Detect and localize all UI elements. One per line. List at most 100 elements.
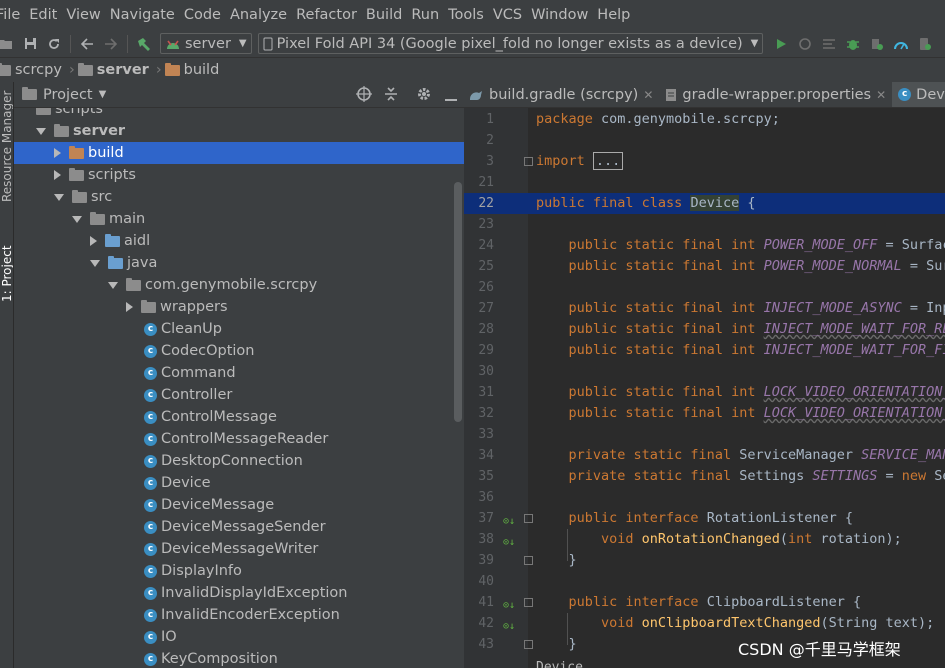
tab-device[interactable]: c Device bbox=[892, 82, 945, 107]
tab-gradle-wrapper-properties[interactable]: gradle-wrapper.properties ✕ bbox=[659, 82, 892, 107]
tree-item[interactable]: c KeyComposition bbox=[14, 648, 464, 668]
fold-toggle-icon[interactable] bbox=[524, 514, 533, 523]
menu-item-code[interactable]: Code bbox=[184, 7, 221, 23]
code-line[interactable]: void onRotationChanged(int rotation); bbox=[464, 529, 945, 550]
menu-item-refactor[interactable]: Refactor bbox=[296, 7, 357, 23]
menu-item-file[interactable]: File bbox=[0, 7, 20, 23]
menu-item-window[interactable]: Window bbox=[531, 7, 588, 23]
code-line[interactable] bbox=[464, 487, 945, 508]
code-line[interactable] bbox=[464, 130, 945, 151]
collapse-arrow-icon[interactable] bbox=[54, 170, 61, 180]
breadcrumb-item-server[interactable]: server bbox=[77, 62, 149, 78]
code-line[interactable]: public static final int INJECT_MODE_WAIT… bbox=[464, 319, 945, 340]
breadcrumb-item-build[interactable]: build bbox=[164, 62, 219, 78]
code-line[interactable]: private static final ServiceManager SERV… bbox=[464, 445, 945, 466]
open-folder-icon[interactable] bbox=[0, 33, 18, 55]
tree-item[interactable]: c DisplayInfo bbox=[14, 560, 464, 582]
expand-arrow-icon[interactable] bbox=[54, 193, 64, 201]
collapse-all-icon[interactable] bbox=[384, 86, 398, 106]
code-editor[interactable]: package com.genymobile.scrcpy; 1 2 import .… bbox=[464, 108, 945, 668]
collapse-arrow-icon[interactable] bbox=[126, 302, 133, 312]
code-line[interactable] bbox=[464, 277, 945, 298]
tree-item[interactable]: c DeviceMessageWriter bbox=[14, 538, 464, 560]
apply-code-changes-icon[interactable] bbox=[817, 33, 841, 55]
code-line[interactable]: public static final int LOCK_VIDEO_ORIEN… bbox=[464, 382, 945, 403]
tree-item[interactable]: c ControlMessage bbox=[14, 406, 464, 428]
tree-item[interactable]: c DeviceMessageSender bbox=[14, 516, 464, 538]
project-tool-tab[interactable]: 1: Project bbox=[0, 245, 13, 302]
tree-item[interactable]: c InvalidDisplayIdException bbox=[14, 582, 464, 604]
tree-item[interactable]: aidl bbox=[14, 230, 464, 252]
code-line[interactable]: public static final int INJECT_MODE_WAIT… bbox=[464, 340, 945, 361]
breadcrumb-item-scrcpy[interactable]: scrcpy bbox=[0, 62, 62, 78]
code-line[interactable]: import ... bbox=[464, 151, 945, 172]
tree-item[interactable]: scripts bbox=[14, 108, 464, 120]
resource-manager-tab[interactable]: Resource Manager bbox=[0, 91, 13, 202]
expand-arrow-icon[interactable] bbox=[108, 281, 118, 289]
device-selector[interactable]: Pixel Fold API 34 (Google pixel_fold no … bbox=[257, 33, 764, 54]
device-manager-icon[interactable] bbox=[913, 33, 937, 55]
menu-item-navigate[interactable]: Navigate bbox=[110, 7, 175, 23]
code-line[interactable] bbox=[464, 214, 945, 235]
sync-icon[interactable] bbox=[42, 33, 66, 55]
code-line[interactable]: package com.genymobile.scrcpy; bbox=[464, 109, 945, 130]
make-project-hammer-icon[interactable] bbox=[132, 33, 156, 55]
forward-icon[interactable] bbox=[99, 33, 123, 55]
fold-toggle-icon[interactable] bbox=[524, 556, 533, 565]
menu-item-run[interactable]: Run bbox=[411, 7, 439, 23]
locate-file-icon[interactable] bbox=[356, 86, 372, 106]
run-config-selector[interactable]: server ▼ bbox=[160, 33, 252, 54]
dropdown-arrow-icon[interactable]: ▼ bbox=[99, 89, 107, 100]
tree-item[interactable]: java bbox=[14, 252, 464, 274]
menu-item-help[interactable]: Help bbox=[597, 7, 630, 23]
code-line[interactable]: void onClipboardTextChanged(String text)… bbox=[464, 613, 945, 634]
close-tab-icon[interactable]: ✕ bbox=[643, 88, 653, 102]
tree-item[interactable]: server bbox=[14, 120, 464, 142]
tree-item[interactable]: scripts bbox=[14, 164, 464, 186]
code-line[interactable] bbox=[464, 424, 945, 445]
back-icon[interactable] bbox=[75, 33, 99, 55]
menu-item-tools[interactable]: Tools bbox=[448, 7, 484, 23]
tree-item[interactable]: c Device bbox=[14, 472, 464, 494]
debug-icon[interactable] bbox=[841, 33, 865, 55]
fold-toggle-icon[interactable] bbox=[524, 640, 533, 649]
fold-toggle-icon[interactable] bbox=[524, 598, 533, 607]
tree-item[interactable]: com.genymobile.scrcpy bbox=[14, 274, 464, 296]
collapse-arrow-icon[interactable] bbox=[54, 148, 61, 158]
menu-item-view[interactable]: View bbox=[66, 7, 100, 23]
code-line[interactable]: } bbox=[464, 550, 945, 571]
expand-arrow-icon[interactable] bbox=[90, 259, 100, 267]
code-line[interactable] bbox=[464, 361, 945, 382]
tree-item[interactable]: c CodecOption bbox=[14, 340, 464, 362]
code-line[interactable] bbox=[464, 571, 945, 592]
menu-item-build[interactable]: Build bbox=[366, 7, 402, 23]
close-tab-icon[interactable]: ✕ bbox=[876, 88, 886, 102]
tree-item[interactable]: c ControlMessageReader bbox=[14, 428, 464, 450]
code-line[interactable]: public interface ClipboardListener { bbox=[464, 592, 945, 613]
tree-item[interactable]: wrappers bbox=[14, 296, 464, 318]
project-view-selector[interactable]: Project bbox=[43, 87, 93, 103]
tree-item[interactable]: main bbox=[14, 208, 464, 230]
tree-item[interactable]: c Command bbox=[14, 362, 464, 384]
tree-item[interactable]: build bbox=[14, 142, 464, 164]
code-line[interactable] bbox=[464, 172, 945, 193]
gear-icon[interactable] bbox=[416, 86, 432, 106]
attach-debugger-icon[interactable] bbox=[865, 33, 889, 55]
code-line[interactable]: public static final int LOCK_VIDEO_ORIEN… bbox=[464, 403, 945, 424]
tree-item[interactable]: c InvalidEncoderException bbox=[14, 604, 464, 626]
tree-item[interactable]: c DesktopConnection bbox=[14, 450, 464, 472]
apply-changes-icon[interactable] bbox=[793, 33, 817, 55]
expand-arrow-icon[interactable] bbox=[72, 215, 82, 223]
save-icon[interactable] bbox=[18, 33, 42, 55]
menu-item-analyze[interactable]: Analyze bbox=[230, 7, 287, 23]
run-icon[interactable] bbox=[769, 33, 793, 55]
code-line[interactable]: public static final int POWER_MODE_NORMA… bbox=[464, 256, 945, 277]
code-line[interactable]: public final class Device { bbox=[464, 193, 945, 214]
tab-build-gradle[interactable]: build.gradle (scrcpy) ✕ bbox=[464, 82, 659, 107]
menu-item-vcs[interactable]: VCS bbox=[493, 7, 522, 23]
code-line[interactable]: public static final int INJECT_MODE_ASYN… bbox=[464, 298, 945, 319]
tree-item[interactable]: c CleanUp bbox=[14, 318, 464, 340]
code-line[interactable]: private static final Settings SETTINGS =… bbox=[464, 466, 945, 487]
menu-item-edit[interactable]: Edit bbox=[29, 7, 57, 23]
code-token[interactable]: ... bbox=[592, 152, 624, 170]
